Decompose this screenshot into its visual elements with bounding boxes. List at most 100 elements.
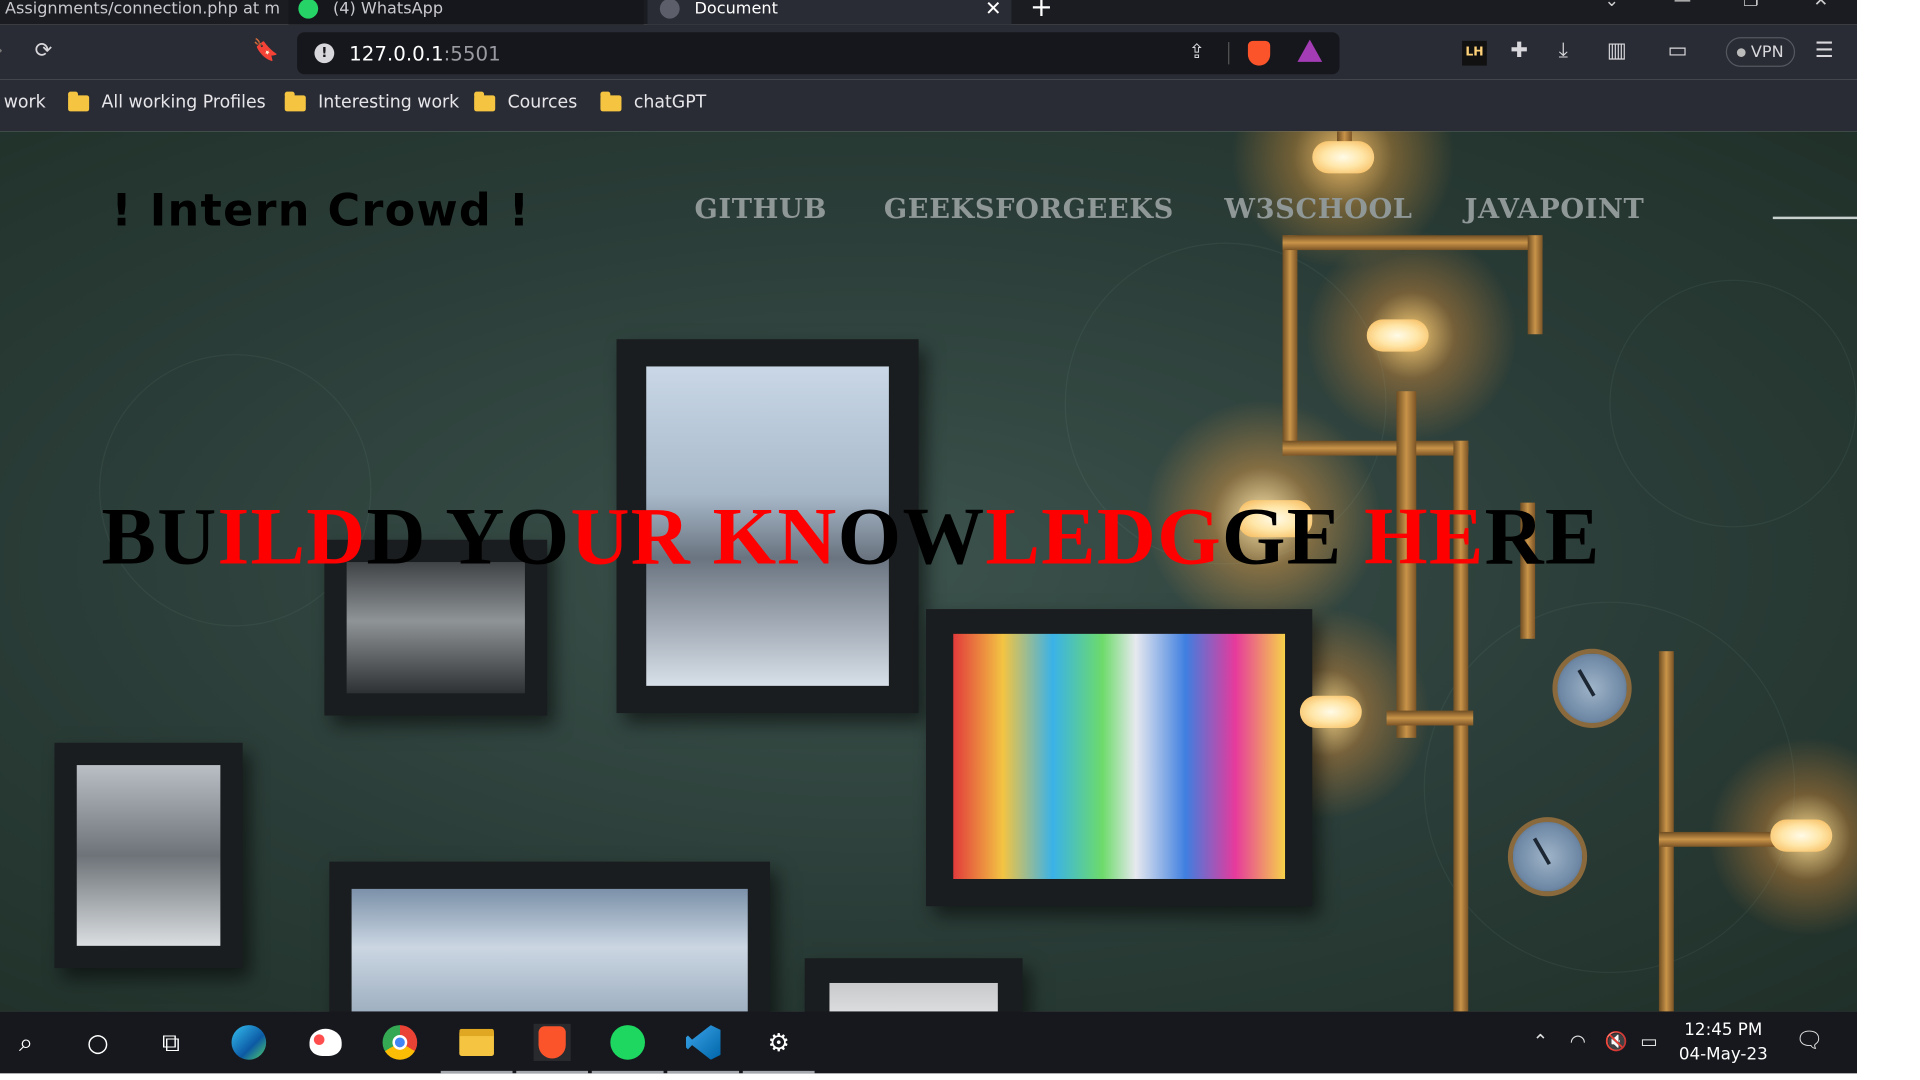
navigation-bar: › ⟳ 🔖 ! 127.0.0.1:5501 ⇪ LH ✚ ⤓ ▥ ▭ VPN … [0, 24, 1857, 80]
screen: Assignments/connection.php at m (4) What… [0, 0, 1920, 1080]
restore-icon[interactable]: ❐ [1743, 0, 1759, 11]
url-text: 127.0.0.1:5501 [349, 42, 501, 66]
bookmark-cources[interactable]: Cources [474, 90, 578, 113]
download-icon[interactable]: ⤓ [1559, 38, 1568, 63]
hero-segment: ILD [217, 491, 367, 582]
divider [1228, 42, 1230, 65]
new-tab-icon[interactable]: + [1030, 0, 1053, 24]
vpn-status-dot [1737, 47, 1746, 57]
bookmark-label: All working Profiles [101, 92, 266, 113]
clock-date: 04-May-23 [1678, 1044, 1768, 1065]
spotify-icon[interactable] [591, 1024, 664, 1074]
hero-segment: GE [1221, 491, 1365, 582]
tab-github[interactable]: Assignments/connection.php at m [0, 0, 282, 25]
vscode-icon[interactable] [667, 1024, 740, 1074]
clock-time: 12:45 PM [1684, 1020, 1763, 1040]
site-info-icon[interactable]: ! [314, 43, 335, 64]
battery-icon[interactable]: ▭ [1640, 1030, 1658, 1052]
file-explorer-icon[interactable] [440, 1024, 513, 1074]
hero-heading: BUILDD YOUR KNOWLEDGGE HERE [102, 490, 1601, 584]
minimize-icon[interactable]: — [1674, 0, 1691, 11]
reload-icon[interactable]: ⟳ [35, 38, 53, 63]
picture-frame [54, 742, 243, 969]
notifications-icon[interactable]: 🗨 [1795, 1028, 1823, 1054]
pipe [1527, 235, 1543, 335]
picture-frame [926, 609, 1313, 907]
wall-pattern [1609, 279, 1857, 528]
tab-bar: Assignments/connection.php at m (4) What… [0, 0, 1857, 25]
bookmark-chatgpt[interactable]: chatGPT [600, 90, 707, 113]
nav-link-geeksforgeeks[interactable]: GEEKSFORGEEKS [884, 193, 1174, 225]
whatsapp-icon [298, 0, 319, 19]
folder-icon [474, 90, 496, 111]
vpn-label: VPN [1750, 42, 1784, 62]
menu-icon[interactable]: ☰ [1815, 38, 1834, 63]
tab-search-chevron-icon[interactable]: ⌄ [1604, 0, 1619, 11]
hero-segment: BU [101, 491, 218, 582]
bookmark-work[interactable]: work [4, 93, 46, 113]
tab-whatsapp[interactable]: (4) WhatsApp [288, 0, 644, 25]
bookmark-label: Cources [507, 92, 578, 113]
tab-document[interactable]: Document ✕ [647, 0, 1012, 25]
volume-muted-icon[interactable]: 🔇 [1604, 1030, 1627, 1052]
pressure-gauge [1552, 648, 1632, 728]
pipe [1282, 440, 1469, 456]
clock[interactable]: 12:45 PM 04-May-23 [1674, 1018, 1773, 1068]
address-bar[interactable]: ! 127.0.0.1:5501 ⇪ [297, 32, 1340, 75]
nav-link-w3school[interactable]: W3SCHOOL [1224, 193, 1412, 225]
folder-icon [284, 90, 306, 111]
chrome-icon[interactable] [381, 1024, 418, 1061]
hero-segment: D [366, 491, 427, 582]
nav-underline [1772, 216, 1857, 220]
bookmark-label: Interesting work [318, 92, 460, 113]
hero-segment: UR KN [570, 491, 838, 582]
edge-icon[interactable] [230, 1024, 267, 1061]
wallet-icon[interactable]: ▭ [1668, 38, 1688, 63]
tab-label: Assignments/connection.php at m [4, 0, 281, 18]
nav-link-javapoint[interactable]: JAVAPOINT [1465, 193, 1645, 225]
pipe [1282, 235, 1543, 251]
bookmarks-bar: work All working Profiles Interesting wo… [0, 79, 1857, 132]
tab-label: Document [694, 0, 778, 18]
cortana-icon[interactable]: ○ [79, 1024, 116, 1061]
light-bulb [1312, 141, 1375, 174]
close-tab-icon[interactable]: ✕ [985, 0, 1002, 20]
share-icon[interactable]: ⇪ [1188, 40, 1205, 64]
brave-rewards-icon[interactable] [1297, 39, 1323, 62]
bookmark-label: chatGPT [633, 92, 707, 113]
pipe [1386, 710, 1474, 726]
brave-shields-icon[interactable] [1247, 40, 1271, 66]
paint-icon[interactable] [307, 1024, 344, 1061]
light-bulb [1770, 819, 1833, 852]
folder-icon [68, 90, 90, 111]
extensions-icon[interactable]: ✚ [1510, 38, 1528, 63]
windows-taskbar: ⌕ ○ ⧉ ⚙ ⌃ ◠ 🔇 ▭ 12:45 PM 04-May-23 🗨 [0, 1011, 1857, 1074]
bookmark-interesting-work[interactable]: Interesting work [284, 90, 460, 113]
web-page: ! Intern Crowd ! GITHUB GEEKSFORGEEKS W3… [0, 131, 1857, 1012]
task-view-icon[interactable]: ⧉ [152, 1024, 189, 1061]
pressure-gauge [1507, 817, 1588, 897]
globe-icon [659, 0, 680, 19]
light-bulb [1366, 319, 1429, 352]
picture-frame [804, 958, 1023, 1012]
forward-icon[interactable]: › [0, 38, 3, 63]
folder-icon [600, 90, 622, 111]
hero-segment: LEDG [985, 491, 1222, 582]
brave-icon[interactable] [516, 1023, 589, 1074]
bookmark-icon[interactable]: 🔖 [253, 38, 279, 63]
settings-icon[interactable]: ⚙ [742, 1024, 815, 1074]
nav-link-github[interactable]: GITHUB [695, 193, 828, 225]
sidebar-icon[interactable]: ▥ [1607, 38, 1627, 63]
picture-frame [329, 861, 771, 1012]
hero-segment: HE [1364, 491, 1485, 582]
tab-label: (4) WhatsApp [333, 0, 444, 18]
vpn-button[interactable]: VPN [1725, 37, 1796, 67]
show-hidden-icons-icon[interactable]: ⌃ [1533, 1030, 1549, 1052]
bookmark-label: work [3, 92, 46, 113]
bookmark-all-working-profiles[interactable]: All working Profiles [68, 90, 266, 113]
lighthouse-extension-icon[interactable]: LH [1462, 40, 1487, 66]
search-icon[interactable]: ⌕ [7, 1024, 44, 1061]
close-window-icon[interactable]: ✕ [1814, 0, 1829, 11]
hero-segment: YO [426, 491, 571, 582]
wifi-icon[interactable]: ◠ [1570, 1030, 1586, 1052]
